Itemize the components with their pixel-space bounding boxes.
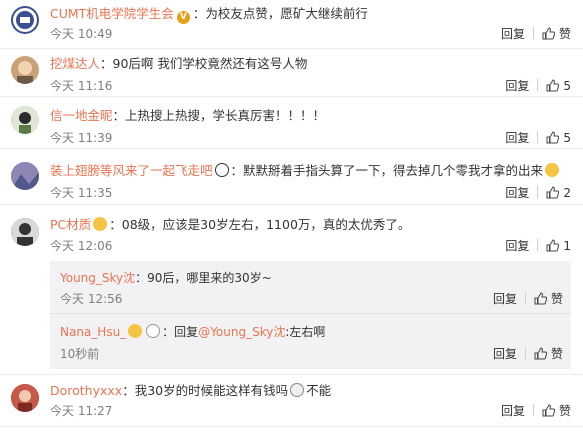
thumbs-up-icon xyxy=(542,404,555,417)
avatar[interactable] xyxy=(11,162,39,190)
avatar-image-icon xyxy=(11,384,39,412)
like-button[interactable]: 2 xyxy=(546,186,571,200)
timestamp: 今天 11:35 xyxy=(50,186,113,200)
comment-text: ：我30岁的时候能这样有钱吗 xyxy=(122,383,289,398)
username[interactable]: CUMT机电学院学生会 xyxy=(50,6,174,21)
like-button[interactable]: 赞 xyxy=(542,27,571,41)
reply-button[interactable]: 回复 xyxy=(501,27,525,41)
heart-eyes-emoji-icon xyxy=(128,324,143,338)
comment-item: CUMT机电学院学生会 V ：为校友点赞，愿矿大继续前行 今天 10:49 回复 赞 xyxy=(0,0,583,49)
username[interactable]: PC材质 xyxy=(50,217,91,232)
divider xyxy=(537,131,539,143)
avatar[interactable] xyxy=(11,218,39,246)
mention-link[interactable]: @Young_Sky沈 xyxy=(198,325,285,339)
username[interactable]: Dorothyxxx xyxy=(50,383,122,398)
thumbs-up-icon xyxy=(546,79,560,92)
thumbs-up-icon xyxy=(546,186,560,199)
comment-item: 挖煤达人：90后啊 我们学校竟然还有这号人物 今天 11:16 回复 5 xyxy=(0,48,583,97)
reply-button[interactable]: 回复 xyxy=(505,131,529,145)
username[interactable]: Young_Sky沈 xyxy=(60,271,135,285)
avatar-face-icon xyxy=(17,61,33,84)
thumbs-up-icon xyxy=(546,131,560,144)
divider xyxy=(532,404,534,416)
comment-text-suffix: 不能 xyxy=(306,383,332,398)
divider xyxy=(532,27,534,39)
avatar-face-icon xyxy=(11,106,39,134)
like-button[interactable]: 5 xyxy=(546,131,571,145)
timestamp: 10秒前 xyxy=(60,347,100,361)
reply-text-tail: :左右啊 xyxy=(285,325,326,339)
timestamp: 今天 12:06 xyxy=(50,239,113,253)
verified-badge-icon: V xyxy=(176,11,190,24)
thumbs-up-icon xyxy=(534,292,547,305)
avatar[interactable] xyxy=(11,6,39,34)
reply-button[interactable]: 回复 xyxy=(493,292,517,306)
reply-text: ：回复 xyxy=(162,325,199,339)
timestamp: 今天 12:56 xyxy=(60,292,123,306)
shocked-emoji-icon xyxy=(290,383,305,397)
divider xyxy=(537,79,539,91)
comment-text: ：为校友点赞，愿矿大继续前行 xyxy=(192,6,368,21)
like-button[interactable]: 赞 xyxy=(534,292,563,306)
reply-button[interactable]: 回复 xyxy=(505,239,529,253)
panda-emoji-icon xyxy=(214,163,229,177)
like-count: 5 xyxy=(563,79,571,93)
comment-item: Dorothyxxx：我30岁的时候能这样有钱吗 不能 今天 11:27 回复 赞 xyxy=(0,374,583,427)
sweat-emoji-icon xyxy=(545,163,560,177)
like-count: 5 xyxy=(563,131,571,145)
like-count: 赞 xyxy=(550,347,563,361)
comment-item: PC材质 ：08级，应该是30岁左右，1100万，真的太优秀了。 今天 12:06… xyxy=(0,204,583,375)
timestamp: 今天 11:27 xyxy=(50,404,113,418)
thumbs-up-icon xyxy=(542,27,555,40)
username[interactable]: Nana_Hsu_ xyxy=(60,325,126,339)
like-button[interactable]: 1 xyxy=(546,239,571,253)
divider xyxy=(537,239,539,251)
comment-text: ：默默掰着手指头算了一下，得去掉几个零我才拿的出来 xyxy=(230,163,544,178)
avatar[interactable] xyxy=(11,56,39,84)
avatar-image-icon xyxy=(11,162,39,190)
comment-text: ：90后啊 我们学校竟然还有这号人物 xyxy=(100,56,308,71)
like-count: 赞 xyxy=(558,27,571,41)
comment-text: ：上热搜上热搜，学长真厉害！！！！ xyxy=(112,108,326,123)
reply-button[interactable]: 回复 xyxy=(505,79,529,93)
username[interactable]: 装上翅膀等风来了一起飞走吧 xyxy=(50,163,213,178)
reply-button[interactable]: 回复 xyxy=(501,404,525,418)
comment-item: 装上翅膀等风来了一起飞走吧 ：默默掰着手指头算了一下，得去掉几个零我才拿的出来 今… xyxy=(0,148,583,205)
reply-item: Young_Sky沈：90后，哪里来的30岁~ 今天 12:56 回复 赞 xyxy=(50,261,571,314)
like-count: 赞 xyxy=(558,404,571,418)
like-button[interactable]: 5 xyxy=(546,79,571,93)
like-count: 赞 xyxy=(550,292,563,306)
reply-thread: Young_Sky沈：90后，哪里来的30岁~ 今天 12:56 回复赞 Nan… xyxy=(50,261,571,369)
username[interactable]: 信一地金昵 xyxy=(50,108,113,123)
like-button[interactable]: 赞 xyxy=(542,404,571,418)
comment-item: 信一地金昵：上热搜上热搜，学长真厉害！！！！ 今天 11:39 回复 5 xyxy=(0,96,583,149)
username[interactable]: 挖煤达人 xyxy=(50,56,100,71)
divider xyxy=(524,292,526,304)
thumbs-up-icon xyxy=(546,239,560,252)
timestamp: 今天 11:39 xyxy=(50,131,113,145)
timestamp: 今天 10:49 xyxy=(50,27,113,41)
reply-button[interactable]: 回复 xyxy=(505,186,529,200)
reply-text: ：90后，哪里来的30岁~ xyxy=(135,271,272,285)
avatar[interactable] xyxy=(11,384,39,412)
reply-button[interactable]: 回复 xyxy=(493,347,517,361)
like-button[interactable]: 赞 xyxy=(534,347,563,361)
avatar[interactable] xyxy=(11,106,39,134)
heart-eyes-emoji-icon xyxy=(93,217,108,231)
reply-item: Nana_Hsu_ ：回复@Young_Sky沈:左右啊 10秒前 回复 赞 xyxy=(50,313,571,369)
comment-text: ：08级，应该是30岁左右，1100万，真的太优秀了。 xyxy=(109,217,411,232)
divider xyxy=(524,347,526,359)
avatar-person-icon xyxy=(11,218,39,246)
timestamp: 今天 11:16 xyxy=(50,79,113,93)
divider xyxy=(537,186,539,198)
ring-emoji-icon xyxy=(146,324,161,338)
thumbs-up-icon xyxy=(534,347,547,360)
like-count: 1 xyxy=(563,239,571,253)
comment-list: CUMT机电学院学生会 V ：为校友点赞，愿矿大继续前行 今天 10:49 回复赞 … xyxy=(0,0,583,435)
like-count: 2 xyxy=(563,186,571,200)
school-logo-icon xyxy=(13,8,37,32)
